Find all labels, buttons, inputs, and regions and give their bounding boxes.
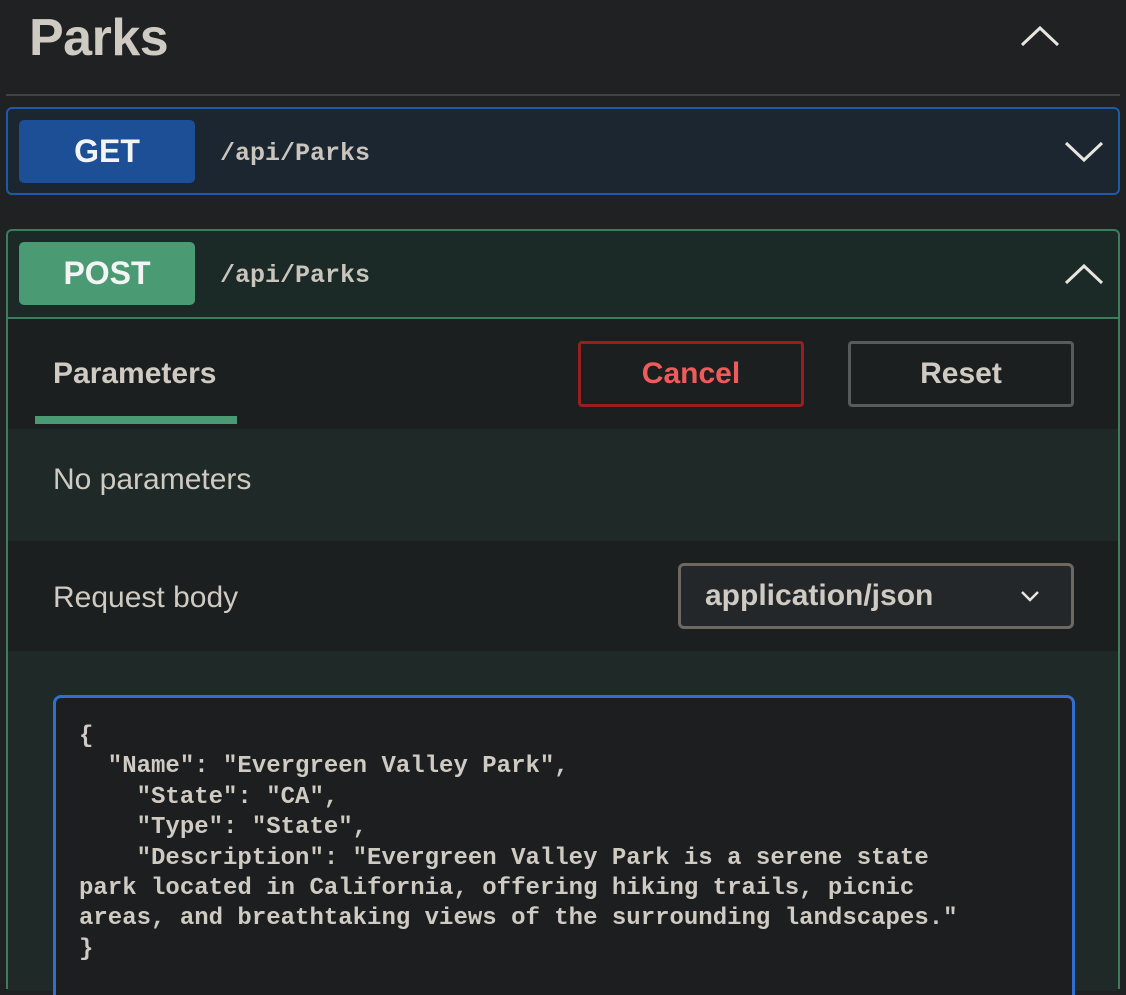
request-body-area: { "Name": "Evergreen Valley Park", "Stat…: [8, 651, 1118, 995]
request-body-editor[interactable]: { "Name": "Evergreen Valley Park", "Stat…: [53, 695, 1075, 995]
section-title: Parks: [29, 9, 169, 67]
request-body-label: Request body: [53, 581, 239, 614]
parameters-header: Parameters Cancel Reset: [8, 319, 1118, 429]
no-parameters-text: No parameters: [53, 463, 252, 496]
opblock-get: GET /api/Parks: [6, 107, 1120, 195]
request-body-header: Request body application/json: [8, 541, 1118, 651]
method-badge-post[interactable]: POST: [19, 242, 195, 305]
parameters-panel: No parameters: [8, 429, 1118, 541]
method-badge-get[interactable]: GET: [19, 120, 195, 183]
chevron-up-icon[interactable]: [1056, 249, 1112, 299]
content-type-value: application/json: [705, 579, 934, 612]
chevron-down-icon[interactable]: [1056, 127, 1112, 177]
operation-path[interactable]: /api/Parks: [220, 261, 370, 290]
opblock-post: POST /api/Parks Parameters Cancel Reset …: [6, 229, 1120, 995]
opblock-summary-post[interactable]: POST /api/Parks: [8, 231, 1118, 317]
section-header[interactable]: Parks: [6, 0, 1120, 96]
request-body-text[interactable]: { "Name": "Evergreen Valley Park", "Stat…: [79, 722, 958, 965]
tab-parameters-label: Parameters: [53, 357, 217, 390]
chevron-down-icon: [1021, 591, 1039, 602]
cancel-button[interactable]: Cancel: [578, 341, 804, 407]
tab-active-indicator: [35, 416, 237, 424]
operation-path[interactable]: /api/Parks: [220, 139, 370, 168]
tab-parameters[interactable]: Parameters: [35, 319, 237, 424]
opblock-summary-get[interactable]: GET /api/Parks: [8, 109, 1118, 195]
chevron-up-icon[interactable]: [1012, 14, 1068, 58]
reset-button[interactable]: Reset: [848, 341, 1074, 407]
content-type-select[interactable]: application/json: [678, 563, 1074, 629]
